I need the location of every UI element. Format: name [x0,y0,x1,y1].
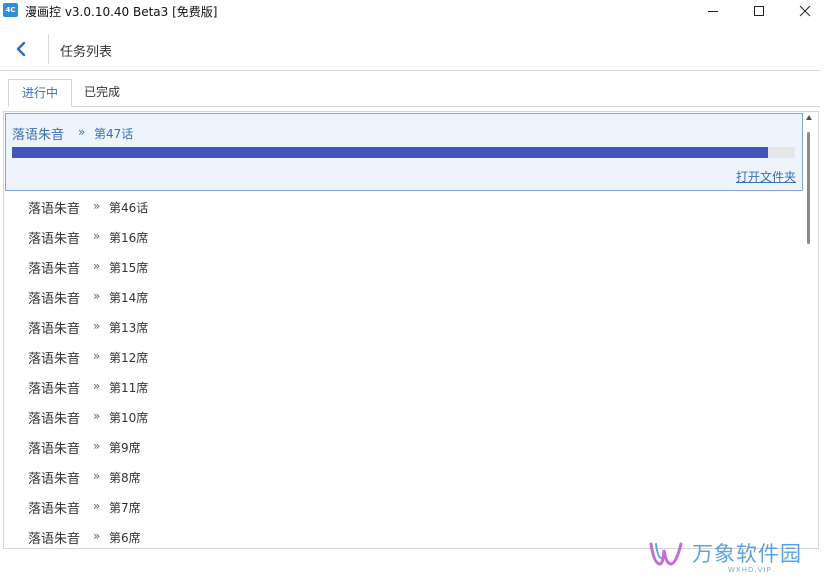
maximize-icon [754,6,764,16]
task-episode: 第6席 [109,531,141,545]
task-name: 落语朱音 [28,382,81,397]
scroll-thumb[interactable] [807,132,810,244]
app-icon: 4C [3,3,18,17]
separator: » [93,319,101,333]
task-row[interactable]: 落语朱音 » 第14席 [4,282,804,312]
separator: » [78,125,86,139]
scrollbar[interactable] [803,112,815,546]
task-name: 落语朱音 [28,322,81,337]
chevron-left-icon [16,41,26,57]
task-row[interactable]: 落语朱音 » 第7席 [4,492,804,522]
task-name: 落语朱音 [28,412,81,427]
task-episode: 第16席 [109,231,149,245]
task-name: 落语朱音 [28,472,81,487]
task-rows: 落语朱音» 第46话 落语朱音» 第16席 落语朱音» 第15席 落语朱音» 第14席 落语朱音… [4,192,804,548]
progress-fill [12,147,768,158]
header-divider [48,34,49,64]
separator: » [93,289,101,303]
tab-completed[interactable]: 已完成 [80,79,124,105]
scroll-up-icon[interactable] [805,114,813,122]
active-task-item[interactable]: 落语朱音 » 第47话 打开文件夹 [5,113,803,191]
task-name: 落语朱音 [28,202,81,217]
watermark: 万象软件园 WXHD.VIP [648,538,818,578]
task-name: 落语朱音 [28,352,81,367]
watermark-logo-icon [649,542,683,566]
separator: » [93,229,101,243]
task-episode: 第8席 [109,471,141,485]
task-episode: 第12席 [109,351,149,365]
task-episode: 第7席 [109,501,141,515]
separator: » [93,379,101,393]
task-name: 落语朱音 [28,502,81,517]
task-name: 落语朱音 [28,532,81,547]
task-row[interactable]: 落语朱音 » 第10席 [4,402,804,432]
tab-in-progress[interactable]: 进行中 [8,79,72,107]
task-row[interactable]: 落语朱音 » 第46话 [4,192,804,222]
task-episode: 第11席 [109,381,149,395]
watermark-subtext: WXHD.VIP [728,566,772,574]
task-name: 落语朱音 [28,442,81,457]
watermark-text: 万象软件园 [692,542,802,566]
tab-bar: 进行中 已完成 [8,79,820,107]
task-episode: 第46话 [109,201,149,215]
page-header: 任务列表 [0,26,820,71]
close-icon [799,5,811,17]
task-episode: 第15席 [109,261,149,275]
task-row[interactable]: 落语朱音 » 第11席 [4,372,804,402]
task-row[interactable]: 落语朱音 » 第16席 [4,222,804,252]
separator: » [93,499,101,513]
task-name: 落语朱音 [28,232,81,247]
task-list: 落语朱音 » 第47话 打开文件夹 落语朱音» 第46话 落语朱音» 第16席 落语朱音… [3,111,819,549]
task-row[interactable]: 落语朱音 » 第12席 [4,342,804,372]
task-row[interactable]: 落语朱音 » 第13席 [4,312,804,342]
task-name: 落语朱音 [12,128,65,143]
maximize-button[interactable] [736,0,782,22]
minimize-icon [708,11,718,12]
task-episode: 第10席 [109,411,149,425]
task-row[interactable]: 落语朱音 » 第8席 [4,462,804,492]
task-row[interactable]: 落语朱音 » 第9席 [4,432,804,462]
title-bar: 4C 漫画控 v3.0.10.40 Beta3 [免费版] [0,0,824,22]
back-button[interactable] [10,38,32,60]
window-title: 漫画控 v3.0.10.40 Beta3 [免费版] [25,5,218,19]
task-name: 落语朱音 [28,292,81,307]
task-episode: 第14席 [109,291,149,305]
separator: » [93,199,101,213]
task-name: 落语朱音 [28,262,81,277]
separator: » [93,529,101,543]
task-episode: 第47话 [94,127,134,141]
progress-bar [12,147,795,158]
minimize-button[interactable] [690,0,736,22]
separator: » [93,409,101,423]
task-episode: 第13席 [109,321,149,335]
separator: » [93,469,101,483]
open-folder-link[interactable]: 打开文件夹 [736,168,796,185]
task-row[interactable]: 落语朱音 » 第15席 [4,252,804,282]
page-title: 任务列表 [60,45,113,60]
separator: » [93,349,101,363]
close-button[interactable] [782,0,824,22]
task-episode: 第9席 [109,441,141,455]
separator: » [93,439,101,453]
separator: » [93,259,101,273]
